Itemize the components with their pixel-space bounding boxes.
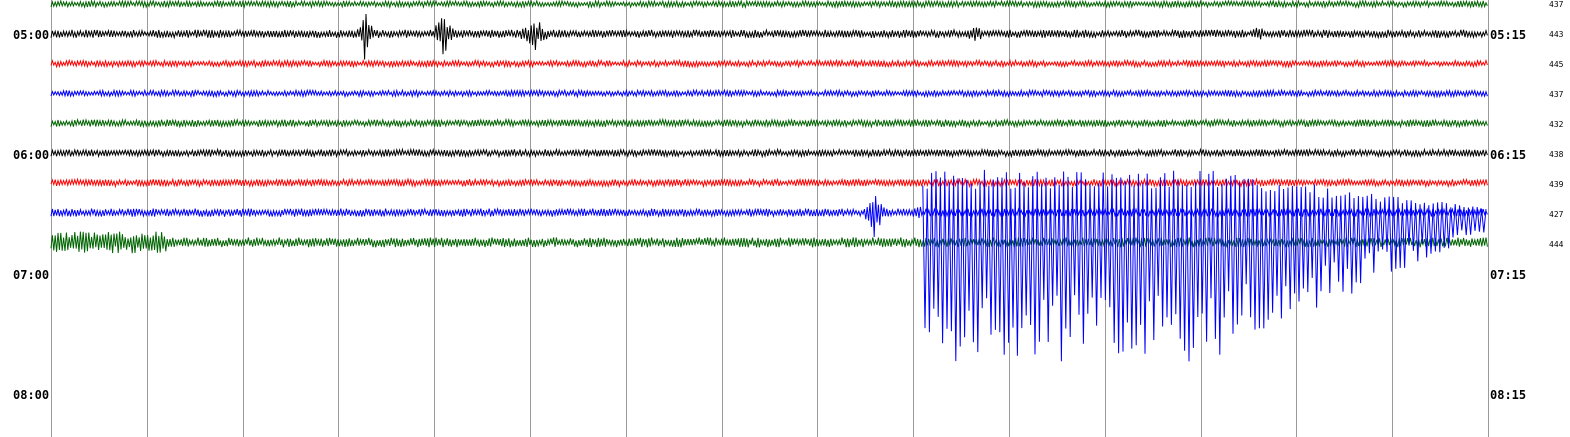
left-time-label-3: 08:00 <box>13 388 49 402</box>
seismic-traces <box>50 0 1488 362</box>
saturation-event-trace <box>922 169 1487 362</box>
right-time-label-2: 07:15 <box>1490 268 1526 282</box>
trace-6 <box>50 177 1488 189</box>
trace-count-6: 439 <box>1549 180 1564 189</box>
trace-count-7: 427 <box>1549 210 1564 219</box>
right-time-label-3: 08:15 <box>1490 388 1526 402</box>
trace-7 <box>50 195 1488 238</box>
trace-0 <box>50 0 1488 10</box>
trace-count-0: 437 <box>1549 0 1564 9</box>
left-time-label-1: 06:00 <box>13 148 49 162</box>
trace-4 <box>50 117 1488 129</box>
trace-count-1: 443 <box>1549 30 1564 39</box>
left-time-label-2: 07:00 <box>13 268 49 282</box>
trace-1 <box>50 13 1488 60</box>
trace-2 <box>50 58 1488 69</box>
right-time-label-1: 06:15 <box>1490 148 1526 162</box>
right-time-label-0: 05:15 <box>1490 28 1526 42</box>
trace-5 <box>50 147 1488 159</box>
trace-count-5: 438 <box>1549 150 1564 159</box>
trace-count-3: 437 <box>1549 90 1564 99</box>
trace-count-8: 444 <box>1549 240 1564 249</box>
left-time-label-0: 05:00 <box>13 28 49 42</box>
trace-3 <box>50 88 1488 99</box>
trace-count-2: 445 <box>1549 60 1564 69</box>
helicorder-plot: 05:00 06:00 07:00 08:00 05:15 06:15 07:1… <box>13 0 1564 437</box>
trace-count-4: 432 <box>1549 120 1564 129</box>
